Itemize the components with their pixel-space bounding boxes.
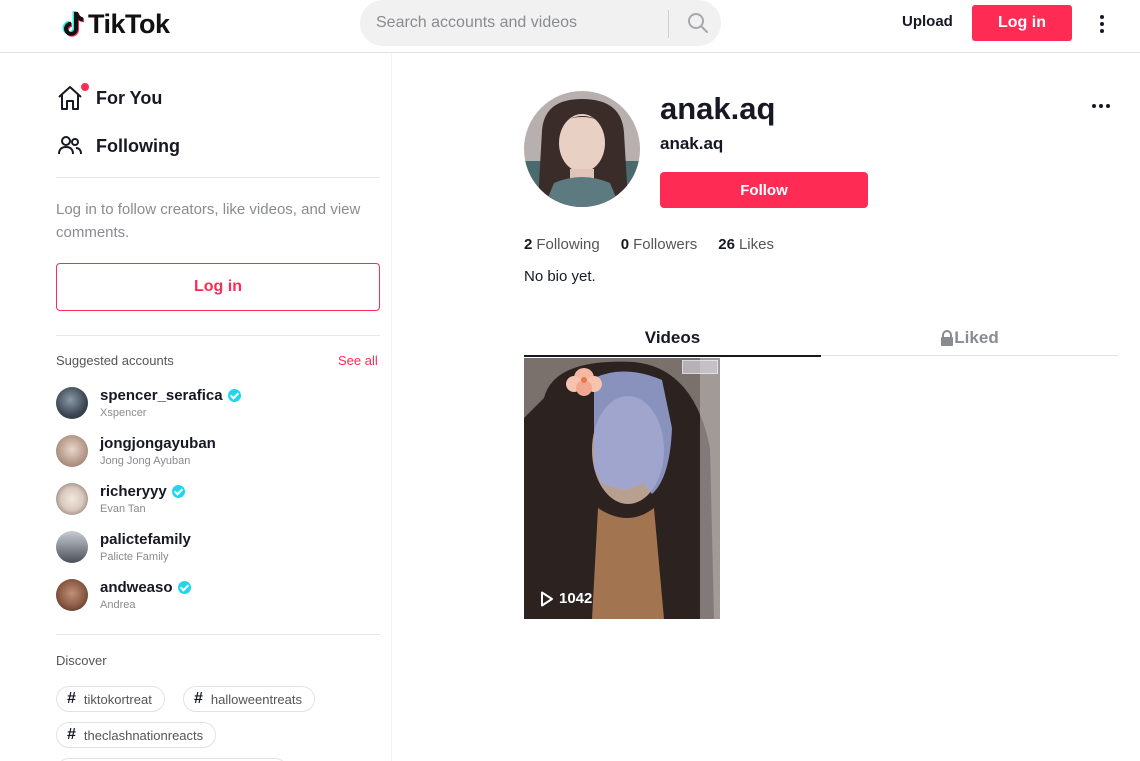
sidebar: For You Following Log in to follow creat… [0,53,392,761]
suggested-account[interactable]: spencer_serafica Xspencer [56,385,376,425]
play-icon [541,591,553,606]
followers-count: 0 [620,236,630,253]
header-login-button[interactable]: Log in [972,5,1072,41]
more-dot [1100,29,1104,33]
home-icon [58,86,82,110]
more-menu-button[interactable] [1092,10,1112,38]
followers-stat[interactable]: 0 Followers [621,236,698,253]
video-views: 1042 [540,590,592,607]
login-hint: Log in to follow creators, like videos, … [56,201,361,241]
verified-badge-icon [227,389,241,402]
avatar [56,387,88,419]
profile-bio: No bio yet. [524,268,596,285]
likes-stat: 26 Likes [718,236,774,253]
profile-tabs: Videos Liked [524,320,1118,357]
ad-badge [682,360,718,374]
discover-tag[interactable]: # theclashnationreacts [56,722,217,748]
account-nickname: Andrea [100,599,136,611]
more-dot [1100,22,1104,26]
divider [56,177,380,178]
suggested-account[interactable]: andweaso Andrea [56,577,376,617]
account-username: richeryyy [100,483,185,500]
account-username: palictefamily [100,531,191,548]
more-dot [1100,15,1104,19]
likes-count: 26 [718,236,735,253]
more-dot [1106,104,1110,108]
tab-liked-label: Liked [954,328,999,347]
notification-dot [81,83,89,91]
tab-videos-label: Videos [644,327,701,347]
nav-following[interactable]: Following [56,133,180,159]
discover-title: Discover [56,653,107,668]
profile-avatar [524,91,640,207]
verified-badge-icon [171,485,185,498]
search-bar [360,0,721,46]
logo-text: TikTok [88,8,170,39]
following-label: Following [536,236,600,253]
following-count: 2 [524,236,533,253]
avatar [56,579,88,611]
tiktok-logo-icon [62,11,84,37]
search-button[interactable] [675,0,721,46]
following-stat[interactable]: 2 Following [524,236,600,253]
tiktok-logo[interactable]: TikTok [60,8,170,40]
see-all-link[interactable]: See all [338,353,378,368]
account-nickname: Xspencer [100,407,147,419]
avatar [56,483,88,515]
hashtag-icon: # [67,726,76,743]
profile-subtitle: anak.aq [660,134,724,153]
tag-label: halloweentreats [210,691,302,707]
video-view-count: 1042 [559,590,593,607]
suggested-account[interactable]: richeryyy Evan Tan [56,481,376,521]
video-thumbnail [524,358,720,619]
follow-button[interactable]: Follow [660,172,868,208]
tab-liked[interactable]: Liked [821,320,1118,356]
nav-following-label: Following [96,135,180,156]
account-username: spencer_serafica [100,387,241,404]
followers-label: Followers [633,236,698,253]
hashtag-icon: # [67,690,76,707]
profile-more-button[interactable] [1092,104,1110,108]
people-icon [58,136,82,155]
tab-videos[interactable]: Videos [524,320,821,357]
account-username: andweaso [100,579,191,596]
more-dot [1092,104,1096,108]
search-divider [668,10,669,38]
search-input[interactable] [376,0,666,46]
verified-badge-icon [177,581,191,594]
profile-stats: 2 Following 0 Followers 26 Likes [524,236,795,253]
account-nickname: Jong Jong Ayuban [100,455,191,467]
account-username: jongjongayuban [100,435,216,452]
video-card[interactable]: 1042 [524,358,720,619]
search-icon [688,13,708,33]
nav-for-you[interactable]: For You [56,83,163,111]
more-dot [1099,104,1103,108]
divider [56,634,380,635]
account-nickname: Evan Tan [100,503,146,515]
lock-icon [941,330,954,346]
profile-title: anak.aq [660,91,776,126]
avatar [56,531,88,563]
top-header: TikTok Upload Log in [0,0,1140,53]
suggested-accounts-title: Suggested accounts [56,353,174,368]
suggested-account[interactable]: palictefamily Palicte Family [56,529,376,569]
avatar [56,435,88,467]
upload-link[interactable]: Upload [902,13,953,30]
hashtag-icon: # [194,690,203,707]
discover-tag[interactable]: # tiktokortreat [56,686,165,712]
nav-for-you-label: For You [96,87,163,108]
tag-label: theclashnationreacts [83,727,204,743]
suggested-account[interactable]: jongjongayuban Jong Jong Ayuban [56,433,376,473]
discover-tag[interactable]: # halloweentreats [183,686,315,712]
account-nickname: Palicte Family [100,551,169,563]
sidebar-login-button[interactable]: Log in [56,263,380,311]
likes-label: Likes [738,236,774,253]
tag-label: tiktokortreat [83,691,152,707]
profile-avatar-image [524,91,640,207]
divider [56,335,380,336]
